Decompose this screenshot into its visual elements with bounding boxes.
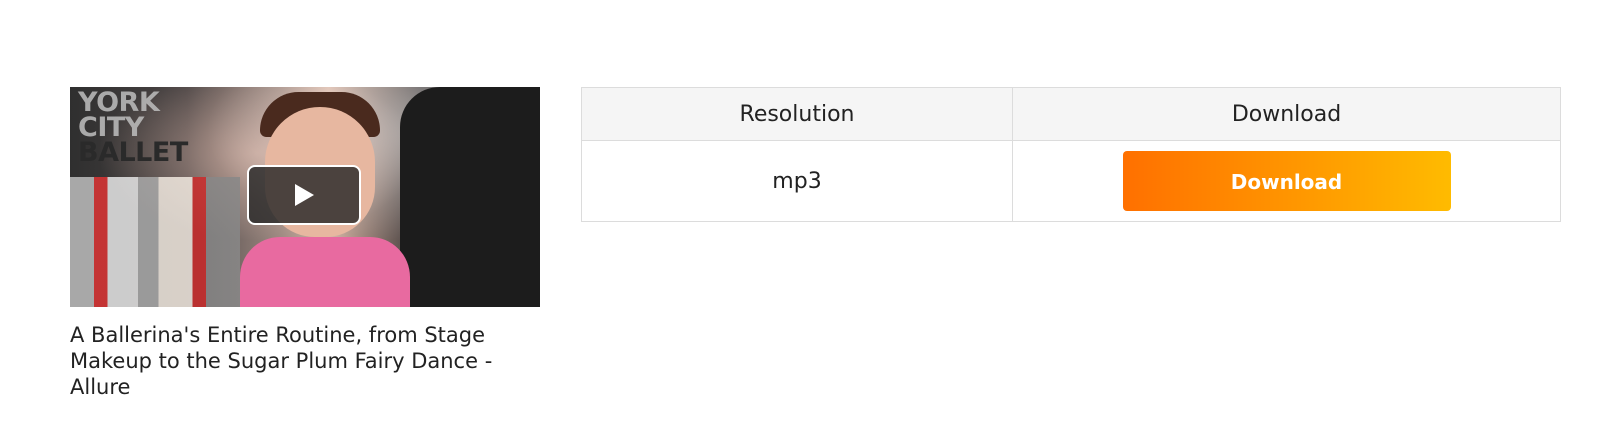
play-button[interactable] bbox=[247, 165, 361, 225]
thumbnail-shirt bbox=[240, 237, 410, 307]
thumbnail-makeup-bottles bbox=[70, 177, 240, 307]
table-header-row: Resolution Download bbox=[581, 87, 1561, 141]
column-header-resolution: Resolution bbox=[581, 87, 1013, 141]
play-icon bbox=[295, 184, 314, 206]
table-row: mp3 Download bbox=[581, 140, 1561, 222]
video-card: YORK CITY BALLET A Ballerina's Entire Ro… bbox=[70, 87, 540, 400]
video-thumbnail[interactable]: YORK CITY BALLET bbox=[70, 87, 540, 307]
logo-line-3: BALLET bbox=[78, 136, 188, 168]
column-header-download: Download bbox=[1012, 87, 1561, 141]
thumbnail-robe bbox=[400, 87, 540, 307]
download-cell: Download bbox=[1012, 140, 1561, 222]
thumbnail-logo: YORK CITY BALLET bbox=[78, 89, 218, 168]
download-button[interactable]: Download bbox=[1122, 151, 1451, 211]
download-table: Resolution Download mp3 Download bbox=[581, 87, 1561, 222]
video-title: A Ballerina's Entire Routine, from Stage… bbox=[70, 323, 493, 399]
resolution-cell: mp3 bbox=[581, 140, 1013, 222]
